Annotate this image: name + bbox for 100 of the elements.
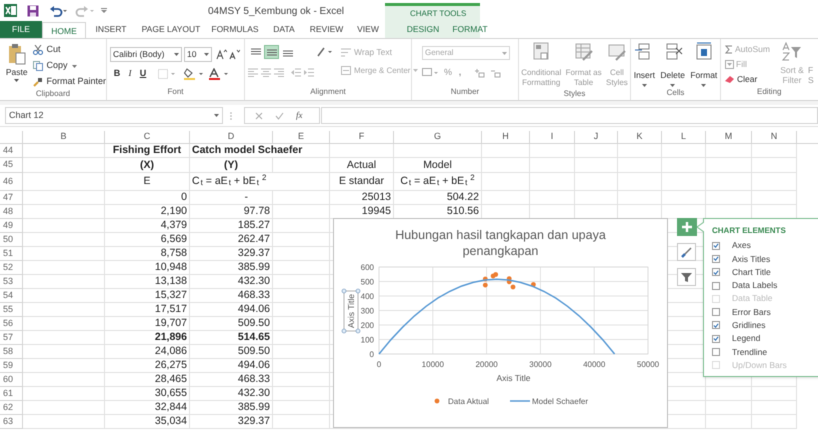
column-header[interactable]: C (105, 131, 190, 143)
row-header[interactable]: 59 (0, 359, 23, 373)
row-header[interactable]: 51 (0, 247, 23, 261)
row-header[interactable]: 48 (0, 205, 23, 219)
ribbon-tab[interactable]: PAGE LAYOUT (136, 21, 206, 38)
column-header[interactable]: F (330, 131, 394, 143)
delete-cells-button[interactable]: Delete (660, 42, 685, 87)
column-header[interactable]: G (394, 131, 482, 143)
selection-frame[interactable] (342, 288, 360, 334)
font-color-icon[interactable] (209, 68, 229, 80)
row-header[interactable]: 53 (0, 275, 23, 289)
chart-element-option[interactable]: Axis Titles (712, 252, 818, 266)
align-right-icon[interactable] (274, 68, 284, 76)
row-header[interactable]: 57 (0, 331, 23, 345)
checkbox[interactable] (712, 334, 720, 343)
decrease-indent-icon[interactable] (291, 68, 301, 76)
insert-function-button[interactable]: fx (296, 108, 302, 122)
clear-button[interactable]: Clear (725, 73, 777, 85)
row-header[interactable]: 56 (0, 317, 23, 331)
column-header[interactable]: D (190, 131, 273, 143)
checkbox[interactable] (712, 282, 720, 290)
middle-align-button[interactable] (264, 45, 279, 59)
chart-filters-button[interactable] (677, 268, 696, 286)
row-header[interactable]: 58 (0, 345, 23, 359)
checkbox[interactable] (712, 254, 720, 263)
copy-button[interactable]: Copy (33, 60, 106, 72)
accounting-format-icon[interactable] (422, 68, 439, 78)
decrease-decimal-icon[interactable] (490, 68, 502, 78)
row-header[interactable]: 46 (0, 173, 23, 191)
ribbon-tab[interactable]: REVIEW (304, 21, 349, 38)
chart-element-option[interactable]: Chart Title (712, 266, 818, 279)
save-icon[interactable] (27, 4, 39, 16)
ribbon-tab[interactable]: DATA (264, 21, 304, 38)
column-header[interactable]: J (575, 131, 618, 143)
font-name-dropdown[interactable]: Calibri (Body) (110, 46, 182, 62)
ribbon-tab[interactable]: VIEW (349, 21, 387, 38)
undo-icon[interactable] (49, 4, 69, 16)
decrease-font-size-icon[interactable] (229, 48, 240, 60)
row-header[interactable]: 54 (0, 289, 23, 303)
checkbox[interactable] (712, 321, 720, 330)
font-size-dropdown[interactable]: 10 (184, 46, 212, 62)
underline-button[interactable]: U (139, 67, 147, 81)
column-header[interactable]: I (530, 131, 575, 143)
redo-icon[interactable] (75, 4, 95, 16)
column-header[interactable]: B (23, 131, 105, 143)
ribbon-tab[interactable]: FORMULAS (206, 21, 264, 38)
enter-icon[interactable] (275, 112, 284, 120)
row-header[interactable]: 63 (0, 415, 23, 429)
chart-element-option[interactable]: Error Bars (712, 305, 818, 319)
row-header[interactable]: 55 (0, 303, 23, 317)
resize-handle-icon[interactable] (230, 110, 232, 120)
checkbox[interactable] (712, 348, 720, 356)
formula-input[interactable] (321, 107, 818, 124)
ribbon-tab[interactable]: FORMAT (447, 21, 493, 38)
row-header[interactable]: 50 (0, 233, 23, 247)
chart-elements-button[interactable] (677, 218, 697, 236)
paste-button[interactable]: Paste (3, 43, 30, 88)
column-header[interactable]: E (273, 131, 330, 143)
cut-button[interactable]: Cut (33, 44, 106, 56)
excel-logo-icon[interactable] (4, 4, 17, 17)
checkbox[interactable] (712, 242, 720, 250)
row-header[interactable]: 44 (0, 144, 23, 158)
increase-indent-icon[interactable] (304, 68, 314, 76)
align-center-icon[interactable] (261, 68, 271, 76)
chart-element-option[interactable]: Axes (712, 239, 818, 252)
chart-element-option[interactable]: Legend (712, 332, 818, 346)
name-box[interactable]: Chart 12 (5, 107, 223, 124)
column-header[interactable]: M (706, 131, 752, 143)
checkbox[interactable] (712, 308, 720, 316)
checkbox[interactable] (712, 268, 720, 276)
format-cells-button[interactable]: Format (690, 42, 718, 87)
row-header[interactable]: 62 (0, 401, 23, 415)
align-left-icon[interactable] (248, 68, 258, 76)
column-header[interactable]: L (662, 131, 706, 143)
row-header[interactable]: 52 (0, 261, 23, 275)
ribbon-tab[interactable]: INSERT (86, 21, 136, 38)
ribbon-tab[interactable]: HOME (42, 22, 86, 39)
row-header[interactable]: 61 (0, 387, 23, 401)
row-header[interactable]: 47 (0, 191, 23, 205)
text-orientation-icon[interactable] (317, 47, 333, 57)
chart-styles-button[interactable] (677, 243, 696, 261)
column-header[interactable]: N (752, 131, 797, 143)
customize-toolbar-icon[interactable] (101, 8, 107, 14)
row-header[interactable]: 60 (0, 373, 23, 387)
borders-icon[interactable] (158, 69, 176, 79)
chart-element-option[interactable]: Data Labels (712, 278, 818, 292)
row-header[interactable]: 49 (0, 219, 23, 233)
ribbon-tab[interactable]: DESIGN (399, 21, 447, 38)
column-header[interactable]: H (482, 131, 530, 143)
chart-element-option[interactable]: Gridlines (712, 318, 818, 332)
chart-element-option[interactable]: Trendline (712, 345, 818, 359)
format-painter-button[interactable]: Format Painter (33, 76, 106, 88)
fill-color-icon[interactable] (184, 68, 204, 80)
increase-font-size-icon[interactable] (216, 48, 227, 60)
bold-button[interactable]: B (113, 67, 121, 81)
row-header[interactable]: 45 (0, 158, 23, 173)
column-header[interactable]: K (618, 131, 662, 143)
insert-cells-button[interactable]: Insert (634, 42, 655, 87)
italic-button[interactable]: I (126, 67, 134, 81)
cancel-icon[interactable] (255, 112, 263, 120)
